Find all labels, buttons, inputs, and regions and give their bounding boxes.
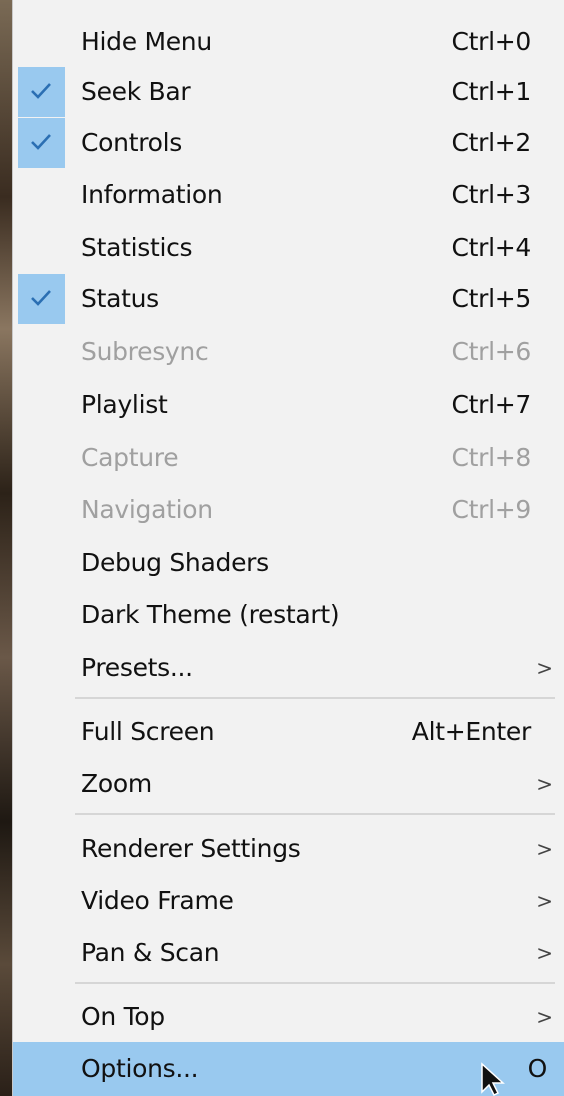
menu-item-subresync: Subresync Ctrl+6: [13, 327, 564, 377]
menu-item-shortcut: Ctrl+6: [451, 337, 531, 366]
menu-item-navigation: Navigation Ctrl+9: [13, 485, 564, 535]
menu-item-information[interactable]: Information Ctrl+3: [13, 170, 564, 220]
menu-item-label: Statistics: [81, 233, 193, 262]
menu-item-label: Renderer Settings: [81, 834, 301, 863]
mouse-pointer-icon: [481, 1062, 505, 1096]
menu-item-label: Hide Menu: [81, 27, 212, 56]
menu-item-shortcut: Alt+Enter: [411, 717, 532, 746]
menu-item-renderer-settings[interactable]: Renderer Settings >: [13, 824, 564, 874]
menu-item-label: Options...: [81, 1054, 199, 1083]
menu-item-label: On Top: [81, 1002, 165, 1031]
checkmark-icon: [31, 83, 51, 99]
submenu-arrow-icon: >: [536, 656, 553, 680]
checkmark-icon: [31, 134, 51, 150]
menu-item-playlist[interactable]: Playlist Ctrl+7: [13, 380, 564, 430]
check-indicator: [18, 274, 65, 324]
checkmark-icon: [31, 290, 51, 306]
view-context-menu: Hide Menu Ctrl+0 Seek Bar Ctrl+1 Control…: [12, 0, 564, 1096]
submenu-arrow-icon: >: [536, 772, 553, 796]
menu-top-edge: [13, 0, 564, 14]
menu-item-label: Playlist: [81, 390, 168, 419]
menu-item-controls[interactable]: Controls Ctrl+2: [13, 118, 564, 168]
menu-item-pan-scan[interactable]: Pan & Scan >: [13, 928, 564, 978]
menu-item-shortcut: Ctrl+8: [451, 443, 531, 472]
check-indicator: [18, 67, 65, 117]
menu-item-shortcut: Ctrl+1: [451, 77, 531, 106]
menu-item-shortcut: Ctrl+9: [451, 495, 531, 524]
menu-item-debug-shaders[interactable]: Debug Shaders: [13, 538, 564, 588]
menu-item-status[interactable]: Status Ctrl+5: [13, 274, 564, 324]
menu-item-label: Zoom: [81, 769, 152, 798]
menu-separator: [75, 697, 555, 699]
menu-item-label: Video Frame: [81, 886, 234, 915]
check-indicator: [18, 118, 65, 168]
menu-item-label: Capture: [81, 443, 179, 472]
menu-item-shortcut: Ctrl+4: [451, 233, 531, 262]
menu-item-presets[interactable]: Presets... >: [13, 643, 564, 693]
background-video-strip: [0, 0, 12, 1096]
menu-item-video-frame[interactable]: Video Frame >: [13, 876, 564, 926]
menu-item-hide-menu[interactable]: Hide Menu Ctrl+0: [13, 17, 564, 67]
menu-item-label: Navigation: [81, 495, 213, 524]
menu-item-label: Controls: [81, 128, 182, 157]
menu-item-label: Presets...: [81, 653, 193, 682]
menu-item-shortcut: Ctrl+2: [451, 128, 531, 157]
menu-item-statistics[interactable]: Statistics Ctrl+4: [13, 223, 564, 273]
menu-item-capture: Capture Ctrl+8: [13, 433, 564, 483]
menu-item-seek-bar[interactable]: Seek Bar Ctrl+1: [13, 67, 564, 117]
submenu-arrow-icon: >: [536, 1005, 553, 1029]
menu-item-label: Pan & Scan: [81, 938, 220, 967]
menu-item-dark-theme[interactable]: Dark Theme (restart): [13, 590, 564, 640]
menu-item-shortcut: Ctrl+5: [451, 284, 531, 313]
submenu-arrow-icon: >: [536, 941, 553, 965]
submenu-arrow-icon: >: [536, 889, 553, 913]
menu-item-shortcut: O: [527, 1054, 548, 1083]
menu-item-label: Information: [81, 180, 223, 209]
menu-item-on-top[interactable]: On Top >: [13, 992, 564, 1042]
menu-item-label: Debug Shaders: [81, 548, 269, 577]
menu-separator: [75, 982, 555, 984]
menu-item-label: Full Screen: [81, 717, 215, 746]
menu-item-shortcut: Ctrl+3: [451, 180, 531, 209]
menu-item-shortcut: Ctrl+7: [451, 390, 531, 419]
menu-item-label: Status: [81, 284, 159, 313]
menu-item-label: Seek Bar: [81, 77, 191, 106]
menu-item-full-screen[interactable]: Full Screen Alt+Enter: [13, 707, 564, 757]
menu-separator: [75, 813, 555, 815]
menu-item-label: Subresync: [81, 337, 209, 366]
menu-item-label: Dark Theme (restart): [81, 600, 340, 629]
menu-item-shortcut: Ctrl+0: [451, 27, 531, 56]
menu-item-zoom[interactable]: Zoom >: [13, 759, 564, 809]
submenu-arrow-icon: >: [536, 837, 553, 861]
